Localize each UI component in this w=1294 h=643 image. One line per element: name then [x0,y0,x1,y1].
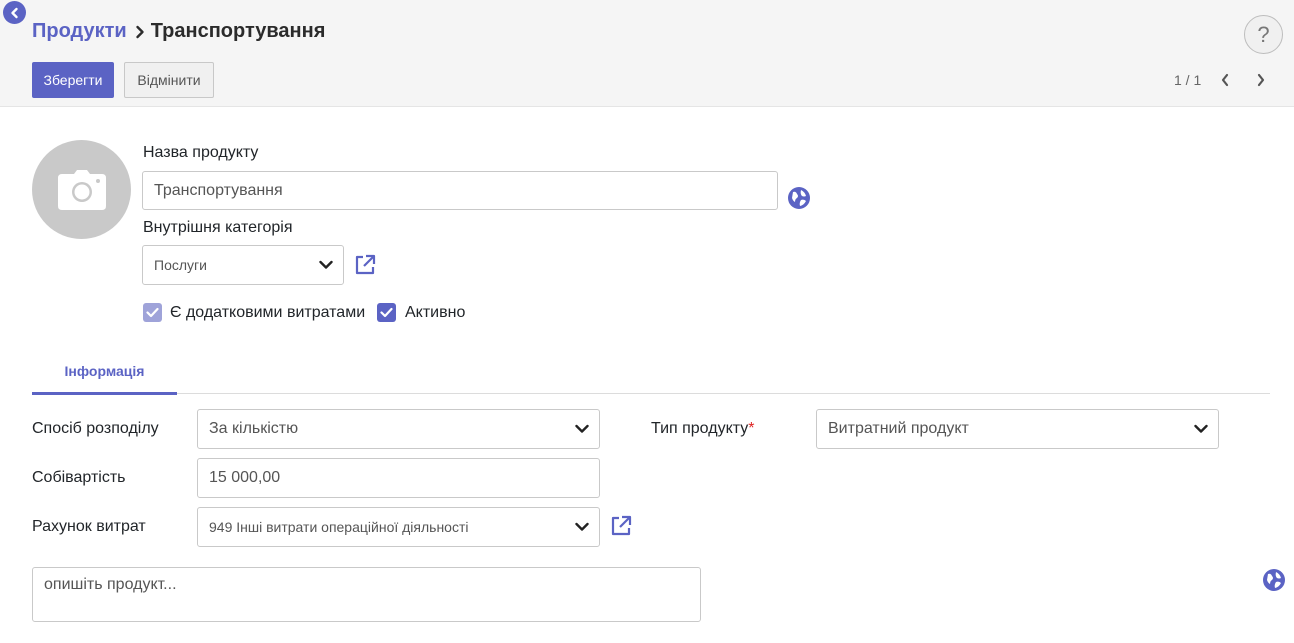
tab-divider [32,393,1270,394]
tab-information[interactable]: Інформація [32,350,177,395]
globe-icon[interactable] [787,186,811,210]
category-select[interactable]: Послуги [142,245,344,285]
product-image[interactable] [32,140,131,239]
chevron-down-icon [319,260,333,270]
pager-counter[interactable]: 1 / 1 [1174,72,1201,88]
category-value: Послуги [154,257,207,273]
back-icon[interactable] [3,1,26,24]
expense-account-select[interactable]: 949 Інші витрати операційної діяльності [197,507,600,547]
globe-icon[interactable] [1262,568,1286,592]
active-checkbox[interactable] [377,303,396,322]
chevron-right-icon[interactable] [1254,71,1268,89]
product-name-value: Транспортування [154,181,283,199]
split-method-label: Спосіб розподілу [32,420,159,437]
split-method-value: За кількістю [209,420,299,437]
product-type-select[interactable]: Витратний продукт [816,409,1219,449]
breadcrumb: Продукти Транспортування [32,20,325,43]
description-textarea[interactable] [32,567,701,622]
split-method-select[interactable]: За кількістю [197,409,600,449]
check-icon [380,307,393,318]
category-label: Внутрішня категорія [143,219,293,236]
product-type-label-text: Тип продукту [651,420,749,437]
camera-icon [57,169,106,210]
chevron-right-icon [135,25,145,39]
required-marker: * [748,420,755,437]
cost-input[interactable]: 15 000,00 [197,458,600,498]
active-label: Активно [405,304,466,321]
product-type-value: Витратний продукт [828,420,969,437]
external-link-icon[interactable] [610,515,632,537]
chevron-left-icon[interactable] [1218,71,1232,89]
expense-account-value: 949 Інші витрати операційної діяльності [209,519,469,535]
help-button[interactable]: ? [1244,15,1283,54]
discard-button[interactable]: Відмінити [124,62,214,98]
chevron-down-icon [575,424,589,434]
cost-label: Собівартість [32,469,126,486]
product-name-label: Назва продукту [143,144,259,161]
chevron-down-icon [575,522,589,532]
landed-cost-checkbox[interactable] [143,303,162,322]
cost-value: 15 000,00 [209,469,281,486]
external-link-icon[interactable] [354,254,376,276]
landed-cost-label: Є додатковими витратами [170,304,366,321]
product-type-label: Тип продукту* [651,420,754,438]
help-icon: ? [1257,21,1270,47]
product-name-input[interactable]: Транспортування [142,171,778,210]
save-button[interactable]: Зберегти [32,62,114,98]
chevron-down-icon [1194,424,1208,434]
check-icon [146,307,159,318]
breadcrumb-current: Транспортування [150,20,326,42]
expense-account-label: Рахунок витрат [32,518,146,535]
breadcrumb-parent-link[interactable]: Продукти [32,20,127,43]
